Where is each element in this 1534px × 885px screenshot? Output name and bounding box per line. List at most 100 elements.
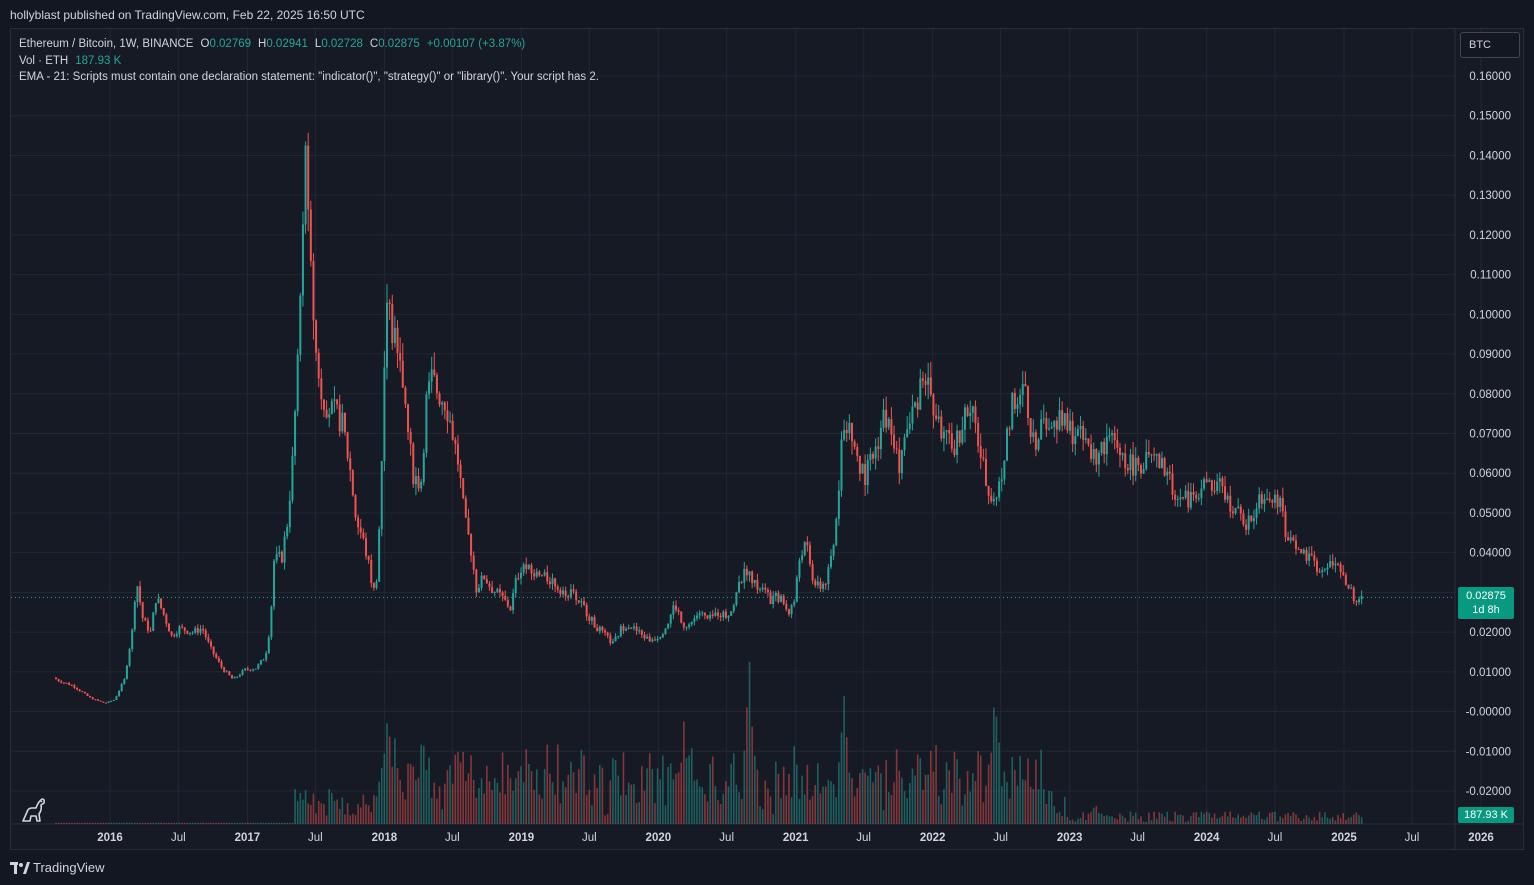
volume-bar xyxy=(430,798,433,824)
x-tick-label: 2026 xyxy=(1468,832,1494,844)
volume-bar xyxy=(1326,817,1329,824)
tradingview-brand[interactable]: TradingView xyxy=(33,860,105,875)
candle-body xyxy=(1061,410,1064,426)
volume-bar xyxy=(1132,815,1134,824)
volume-bar xyxy=(244,822,246,824)
tradingview-dino-icon[interactable] xyxy=(19,794,49,824)
volume-bar xyxy=(1187,820,1190,824)
candle-body xyxy=(1310,553,1313,556)
volume-bar xyxy=(1182,815,1184,824)
candle-body xyxy=(462,478,465,499)
candle-body xyxy=(220,661,223,668)
volume-bar xyxy=(1192,812,1195,824)
candle-body xyxy=(1271,500,1274,503)
volume-bar xyxy=(270,822,273,824)
candle-body xyxy=(60,681,63,683)
y-tick-label: 0.10000 xyxy=(1469,309,1511,321)
volume-bar xyxy=(1171,821,1174,824)
candle-body xyxy=(209,641,212,647)
candle-body xyxy=(837,490,840,519)
volume-bar xyxy=(289,822,291,824)
volume-bar xyxy=(236,822,239,824)
candle-body xyxy=(338,404,341,432)
candle-body xyxy=(325,409,328,418)
candle-body xyxy=(1040,419,1043,440)
candle-body xyxy=(562,590,565,595)
candle-body xyxy=(509,606,512,611)
legend-symbol[interactable]: Ethereum / Bitcoin, 1W, BINANCE xyxy=(19,36,193,53)
candle-body xyxy=(769,592,772,605)
candle-body xyxy=(1208,480,1211,482)
candle-body xyxy=(1050,427,1053,429)
volume-bar xyxy=(404,799,407,824)
volume-bar xyxy=(1032,789,1035,824)
volume-bar xyxy=(157,822,160,824)
candle-body xyxy=(451,420,454,440)
legend-ema-error[interactable]: EMA - 21: Scripts must contain one decla… xyxy=(19,69,599,86)
price-chart[interactable]: 0.16000 0.15000 0.14000 0.13000 0.12000 0.110… xyxy=(11,29,1524,850)
volume-bar xyxy=(1211,817,1213,824)
candle-body xyxy=(1066,413,1069,431)
candle-body xyxy=(895,448,898,450)
candle-body xyxy=(1134,457,1137,476)
volume-bar xyxy=(1048,790,1050,824)
candle-body xyxy=(215,654,218,658)
volume-bar xyxy=(241,822,244,824)
volume-bar xyxy=(1190,816,1192,824)
candle-body xyxy=(864,464,867,485)
candle-body xyxy=(903,437,906,451)
volume-bar xyxy=(501,752,504,824)
y-tick-label: 0.15000 xyxy=(1469,111,1511,123)
candle-body xyxy=(559,589,562,595)
chart-panel[interactable]: 0.16000 0.15000 0.14000 0.13000 0.12000 0.110… xyxy=(10,28,1524,850)
candle-body xyxy=(688,624,691,628)
candle-body xyxy=(401,360,404,388)
volume-bar xyxy=(1150,820,1153,824)
volume-bar xyxy=(543,768,546,824)
candle-body xyxy=(548,581,551,585)
candle-body xyxy=(65,682,68,684)
candle-body xyxy=(801,555,804,561)
tradingview-logo-icon[interactable] xyxy=(10,861,30,875)
legend-change: +0.00107 (+3.87%) xyxy=(426,38,526,50)
candle-body xyxy=(286,527,289,537)
volume-bar xyxy=(160,822,162,824)
candle-body xyxy=(984,458,987,486)
candle-body xyxy=(470,534,473,556)
volume-bar xyxy=(538,794,541,824)
candle-body xyxy=(953,448,956,455)
candle-body xyxy=(1069,420,1072,431)
volume-bar xyxy=(1166,811,1169,824)
candle-body xyxy=(104,702,107,704)
candle-body xyxy=(706,615,709,619)
volume-bar xyxy=(197,822,199,824)
volume-bar xyxy=(294,789,296,824)
volume-bar xyxy=(496,782,499,824)
candle-body xyxy=(1231,511,1234,514)
candle-body xyxy=(814,580,817,586)
volume-bar xyxy=(131,822,133,824)
volume-bar xyxy=(415,780,417,824)
volume-bar xyxy=(659,779,662,824)
candle-body xyxy=(472,555,475,570)
candle-body xyxy=(795,577,798,602)
volume-bar xyxy=(451,783,454,824)
volume-bar xyxy=(554,794,556,824)
volume-bar xyxy=(606,814,609,824)
candle-body xyxy=(643,634,646,639)
currency-button[interactable]: BTC xyxy=(1460,32,1520,58)
volume-bar xyxy=(780,798,782,824)
candle-body xyxy=(738,581,741,593)
volume-bar xyxy=(806,764,809,824)
legend-volume-label[interactable]: Vol · ETH xyxy=(19,53,68,70)
volume-bar xyxy=(746,707,748,824)
volume-bar xyxy=(1324,812,1326,824)
candle-body xyxy=(656,638,659,641)
volume-bar xyxy=(304,790,307,824)
volume-bar xyxy=(622,752,625,824)
volume-bar xyxy=(843,696,845,824)
volume-bar xyxy=(672,779,675,824)
volume-bar xyxy=(362,794,365,824)
candle-body xyxy=(336,399,339,405)
volume-bar xyxy=(286,822,288,824)
